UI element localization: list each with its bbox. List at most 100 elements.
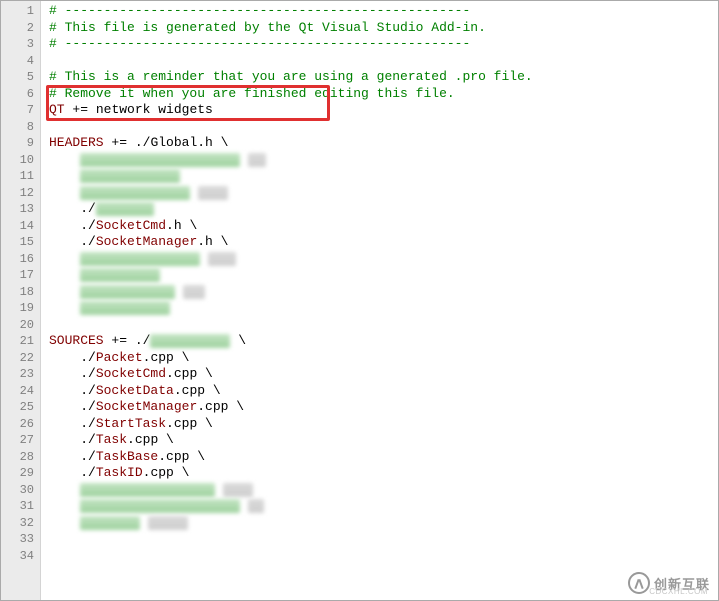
code-line[interactable] (49, 168, 718, 185)
code-line[interactable] (49, 53, 718, 70)
comment-text: # --------------------------------------… (49, 36, 470, 51)
code-line[interactable] (49, 119, 718, 136)
line-number: 15 (11, 234, 34, 251)
censored-text (248, 499, 264, 513)
line-number: 31 (11, 498, 34, 515)
file-ext: .cpp \ (127, 432, 174, 447)
file-name: SocketCmd (96, 218, 166, 233)
operator: += (72, 102, 88, 117)
watermark-sub: CDCXHL.COM (649, 587, 708, 596)
file-name: SocketData (96, 383, 174, 398)
line-number: 28 (11, 449, 34, 466)
watermark: 创新互联 CDCXHL.COM (628, 572, 710, 594)
censored-text (80, 483, 215, 497)
line-number: 13 (11, 201, 34, 218)
code-line[interactable]: ./SocketCmd.cpp \ (49, 366, 718, 383)
line-number: 19 (11, 300, 34, 317)
line-number: 20 (11, 317, 34, 334)
comment-text: # --------------------------------------… (49, 3, 470, 18)
file-ext: .cpp \ (166, 366, 213, 381)
code-line[interactable] (49, 300, 718, 317)
code-line[interactable] (49, 284, 718, 301)
code-line[interactable]: ./TaskBase.cpp \ (49, 449, 718, 466)
file-ext: .cpp \ (174, 383, 221, 398)
file-name: Task (96, 432, 127, 447)
line-number: 16 (11, 251, 34, 268)
code-line[interactable] (49, 185, 718, 202)
code-line[interactable]: # --------------------------------------… (49, 36, 718, 53)
comment-text: # This file is generated by the Qt Visua… (49, 20, 486, 35)
censored-text (150, 334, 230, 348)
code-line[interactable] (49, 531, 718, 548)
censored-text (80, 285, 175, 299)
line-number: 29 (11, 465, 34, 482)
line-number: 17 (11, 267, 34, 284)
censored-text (80, 268, 160, 282)
code-line[interactable]: # This is a reminder that you are using … (49, 69, 718, 86)
file-name: SocketManager (96, 234, 197, 249)
code-line[interactable]: # Remove it when you are finished editin… (49, 86, 718, 103)
file-name: SocketManager (96, 399, 197, 414)
file-name: TaskID (96, 465, 143, 480)
code-line[interactable] (49, 548, 718, 565)
code-line[interactable]: # --------------------------------------… (49, 3, 718, 20)
line-number: 9 (11, 135, 34, 152)
file-ext: .cpp \ (197, 399, 244, 414)
line-number: 21 (11, 333, 34, 350)
code-area[interactable]: # --------------------------------------… (41, 1, 718, 600)
censored-text (148, 516, 188, 530)
code-line[interactable] (49, 317, 718, 334)
value: network widgets (96, 102, 213, 117)
comment-text: # Remove it when you are finished editin… (49, 86, 455, 101)
variable-name: QT (49, 102, 65, 117)
line-number: 3 (11, 36, 34, 53)
file-ext: .h \ (197, 234, 228, 249)
code-line[interactable] (49, 482, 718, 499)
code-line[interactable] (49, 515, 718, 532)
line-number: 4 (11, 53, 34, 70)
code-line[interactable]: ./StartTask.cpp \ (49, 416, 718, 433)
file-ext: .cpp \ (143, 350, 190, 365)
code-line[interactable]: ./Packet.cpp \ (49, 350, 718, 367)
code-line[interactable] (49, 267, 718, 284)
line-number-gutter: 1234567891011121314151617181920212223242… (1, 1, 41, 600)
code-line[interactable] (49, 152, 718, 169)
censored-text (183, 285, 205, 299)
file-ext: .cpp \ (143, 465, 190, 480)
code-line[interactable]: ./SocketData.cpp \ (49, 383, 718, 400)
code-line[interactable] (49, 251, 718, 268)
code-editor: 1234567891011121314151617181920212223242… (1, 1, 718, 600)
comment-text: # This is a reminder that you are using … (49, 69, 533, 84)
line-number: 30 (11, 482, 34, 499)
file-ext: .h \ (166, 218, 197, 233)
code-line[interactable]: # This file is generated by the Qt Visua… (49, 20, 718, 37)
line-number: 24 (11, 383, 34, 400)
code-line[interactable]: ./ (49, 201, 718, 218)
operator: += (111, 135, 127, 150)
line-number: 7 (11, 102, 34, 119)
file-name: TaskBase (96, 449, 158, 464)
line-number: 5 (11, 69, 34, 86)
variable-name: SOURCES (49, 333, 104, 348)
line-number: 1 (11, 3, 34, 20)
file-ext: .cpp \ (166, 416, 213, 431)
line-number: 10 (11, 152, 34, 169)
code-line[interactable]: ./SocketManager.h \ (49, 234, 718, 251)
code-line[interactable]: QT += network widgets (49, 102, 718, 119)
value: ./Global.h \ (135, 135, 229, 150)
line-number: 27 (11, 432, 34, 449)
code-line[interactable]: ./Task.cpp \ (49, 432, 718, 449)
code-line[interactable] (49, 498, 718, 515)
code-line[interactable]: SOURCES += ./ \ (49, 333, 718, 350)
file-name: StartTask (96, 416, 166, 431)
operator: += ./ (111, 333, 150, 348)
code-line[interactable]: ./SocketManager.cpp \ (49, 399, 718, 416)
line-number: 18 (11, 284, 34, 301)
code-line[interactable]: HEADERS += ./Global.h \ (49, 135, 718, 152)
line-number: 34 (11, 548, 34, 565)
censored-text (248, 153, 266, 167)
code-line[interactable]: ./SocketCmd.h \ (49, 218, 718, 235)
file-name: SocketCmd (96, 366, 166, 381)
code-line[interactable]: ./TaskID.cpp \ (49, 465, 718, 482)
censored-text (223, 483, 253, 497)
